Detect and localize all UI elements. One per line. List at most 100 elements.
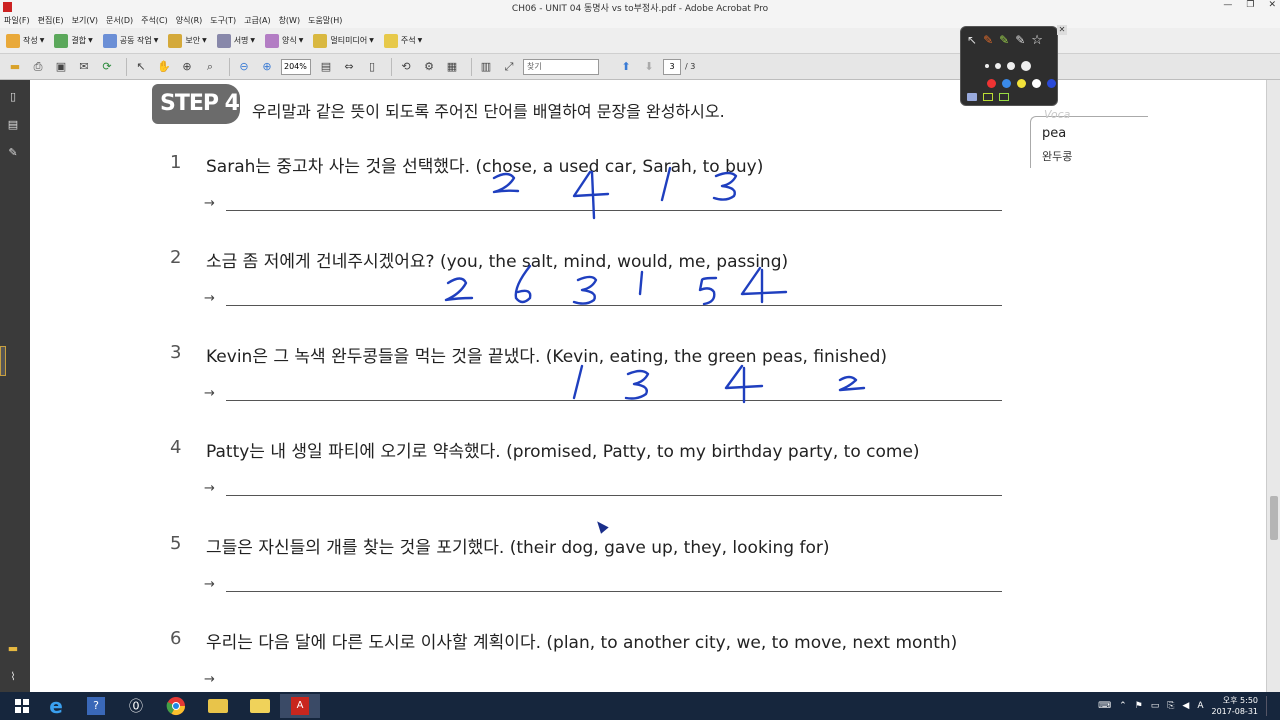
show-desktop-button[interactable] [1266,696,1270,716]
color-yellow-option[interactable] [1017,79,1026,88]
star-icon[interactable]: ☆ [1031,33,1043,48]
previous-page-icon[interactable]: ⬆ [617,58,635,76]
network-icon[interactable]: ⎘ [1167,701,1174,711]
vocabulary-box: Voca pea 완두콩 [1030,108,1148,168]
taskbar-chrome[interactable] [156,694,196,718]
board-icon[interactable] [999,93,1009,101]
page-number-input[interactable]: 3 [663,58,681,75]
taskbar-clock[interactable]: 오후 5:50 2017-08-31 [1212,695,1259,717]
menu-view[interactable]: 보기(V) [72,14,98,28]
single-page-icon[interactable]: ▯ [363,58,381,76]
pages-icon[interactable]: ▯ [6,90,20,104]
color-white-option[interactable] [1032,79,1041,88]
screen-icon[interactable] [967,93,977,101]
select-tool-icon[interactable]: ↖ [132,58,150,76]
taskbar-folder2[interactable] [240,694,280,718]
hand-tool-icon[interactable]: ✋ [155,58,173,76]
stamp-icon[interactable]: ⚙ [420,58,438,76]
answer-line[interactable] [226,495,1002,496]
fullscreen-icon[interactable]: ⤢ [500,58,518,76]
answer-line[interactable] [226,591,1002,592]
volume-icon[interactable]: ◀ [1182,701,1189,711]
item-question: 소금 좀 저에게 건네주시겠어요? (you, the salt, mind, … [206,252,789,272]
keyboard-icon[interactable]: ⌨ [1098,701,1111,711]
signatures-icon[interactable]: ✎ [6,146,20,160]
marker-icon[interactable]: ✎ [1015,33,1025,48]
scrollbar-thumb[interactable] [1270,496,1278,540]
next-page-icon[interactable]: ⬇ [640,58,658,76]
menu-window[interactable]: 창(W) [279,14,301,28]
save-icon[interactable]: ▣ [52,58,70,76]
multimedia-label: 멀티미디어 [330,36,368,45]
flag-icon[interactable]: ⚑ [1135,701,1143,711]
attachments-icon[interactable]: ⌇ [6,670,20,684]
multimedia-button[interactable]: 멀티미디어 ▼ [313,33,374,48]
rotate-icon[interactable]: ⟲ [397,58,415,76]
taskbar-explorer[interactable] [198,694,238,718]
menu-advanced[interactable]: 고급(A) [244,14,270,28]
highlighter-icon[interactable]: ✎ [999,33,1009,48]
size-2-option[interactable] [995,63,1001,69]
size-1-option[interactable] [985,64,989,68]
close-icon[interactable]: ✕ [1268,0,1276,10]
taskbar-internet-explorer[interactable]: e [36,694,76,718]
color-red-option[interactable] [987,79,996,88]
fit-page-icon[interactable]: ▤ [317,58,335,76]
taskbar-help[interactable]: ? [76,694,116,718]
read-mode-icon[interactable]: ▥ [477,58,495,76]
minimize-icon[interactable]: — [1223,0,1232,10]
item-question: Patty는 내 생일 파티에 오기로 약속했다. (promised, Pat… [206,442,920,462]
menu-document[interactable]: 문서(D) [106,14,133,28]
share-icon[interactable]: ⟳ [98,58,116,76]
pen-tool-icon[interactable]: ✎ [983,33,993,48]
bookmarks-icon[interactable]: ▤ [6,118,20,132]
separator [126,57,127,76]
answer-line[interactable] [226,400,1002,401]
email-icon[interactable]: ✉ [75,58,93,76]
comments-icon[interactable]: ▬ [6,642,20,656]
sign-button[interactable]: 서명 ▼ [216,33,255,48]
menu-file[interactable]: 파일(F) [4,14,30,28]
forms-button[interactable]: 양식 ▼ [265,33,303,48]
snapshot-icon[interactable]: ▦ [443,58,461,76]
zoom-out-icon[interactable]: ⊖ [235,58,253,76]
menu-tools[interactable]: 도구(T) [210,14,236,28]
close-toolbox-icon[interactable]: ✕ [1057,25,1067,35]
create-button[interactable]: 작성 ▼ [6,33,44,48]
menu-edit[interactable]: 편집(E) [38,14,64,28]
dynamic-zoom-icon[interactable]: ⌕ [201,58,219,76]
answer-line[interactable] [226,305,1002,306]
ime-indicator[interactable]: A [1197,701,1203,711]
tray-expand-icon[interactable]: ⌃ [1119,701,1127,711]
marquee-zoom-icon[interactable]: ⊕ [178,58,196,76]
vertical-scrollbar[interactable] [1266,80,1280,692]
size-4-option[interactable] [1021,61,1031,71]
pane-toggle[interactable] [0,346,6,376]
menu-help[interactable]: 도움말(H) [308,14,342,28]
color-blue-option[interactable] [1002,79,1011,88]
find-input[interactable]: 찾기 [523,58,599,75]
answer-arrow: → [204,577,215,592]
menu-comments[interactable]: 주석(C) [141,14,168,28]
comment-button[interactable]: 주석 ▼ [383,33,422,48]
page-total-label: / 3 [685,62,696,71]
print-icon[interactable]: ⎙ [29,58,47,76]
lock-icon [168,33,183,48]
pointer-icon[interactable]: ↖ [967,33,977,48]
fit-width-icon[interactable]: ⇔ [340,58,358,76]
size-3-option[interactable] [1007,62,1015,70]
color-darkblue-option[interactable] [1047,79,1056,88]
answer-line[interactable] [226,210,1002,211]
display-icon[interactable]: ▭ [1151,701,1160,711]
taskbar-app[interactable]: ⓪ [116,694,156,718]
zoom-level-field[interactable]: 204% [281,58,311,75]
combine-button[interactable]: 결합 ▼ [54,33,93,48]
secure-button[interactable]: 보안 ▼ [168,33,207,48]
restore-icon[interactable]: ❐ [1246,0,1254,10]
zoom-in-icon[interactable]: ⊕ [258,58,276,76]
menu-forms[interactable]: 양식(R) [176,14,203,28]
grid-icon[interactable] [983,93,993,101]
taskbar-acrobat[interactable]: A [280,694,320,718]
open-folder-icon[interactable]: ▬ [6,58,24,76]
collaborate-button[interactable]: 공동 작업 ▼ [102,33,158,48]
